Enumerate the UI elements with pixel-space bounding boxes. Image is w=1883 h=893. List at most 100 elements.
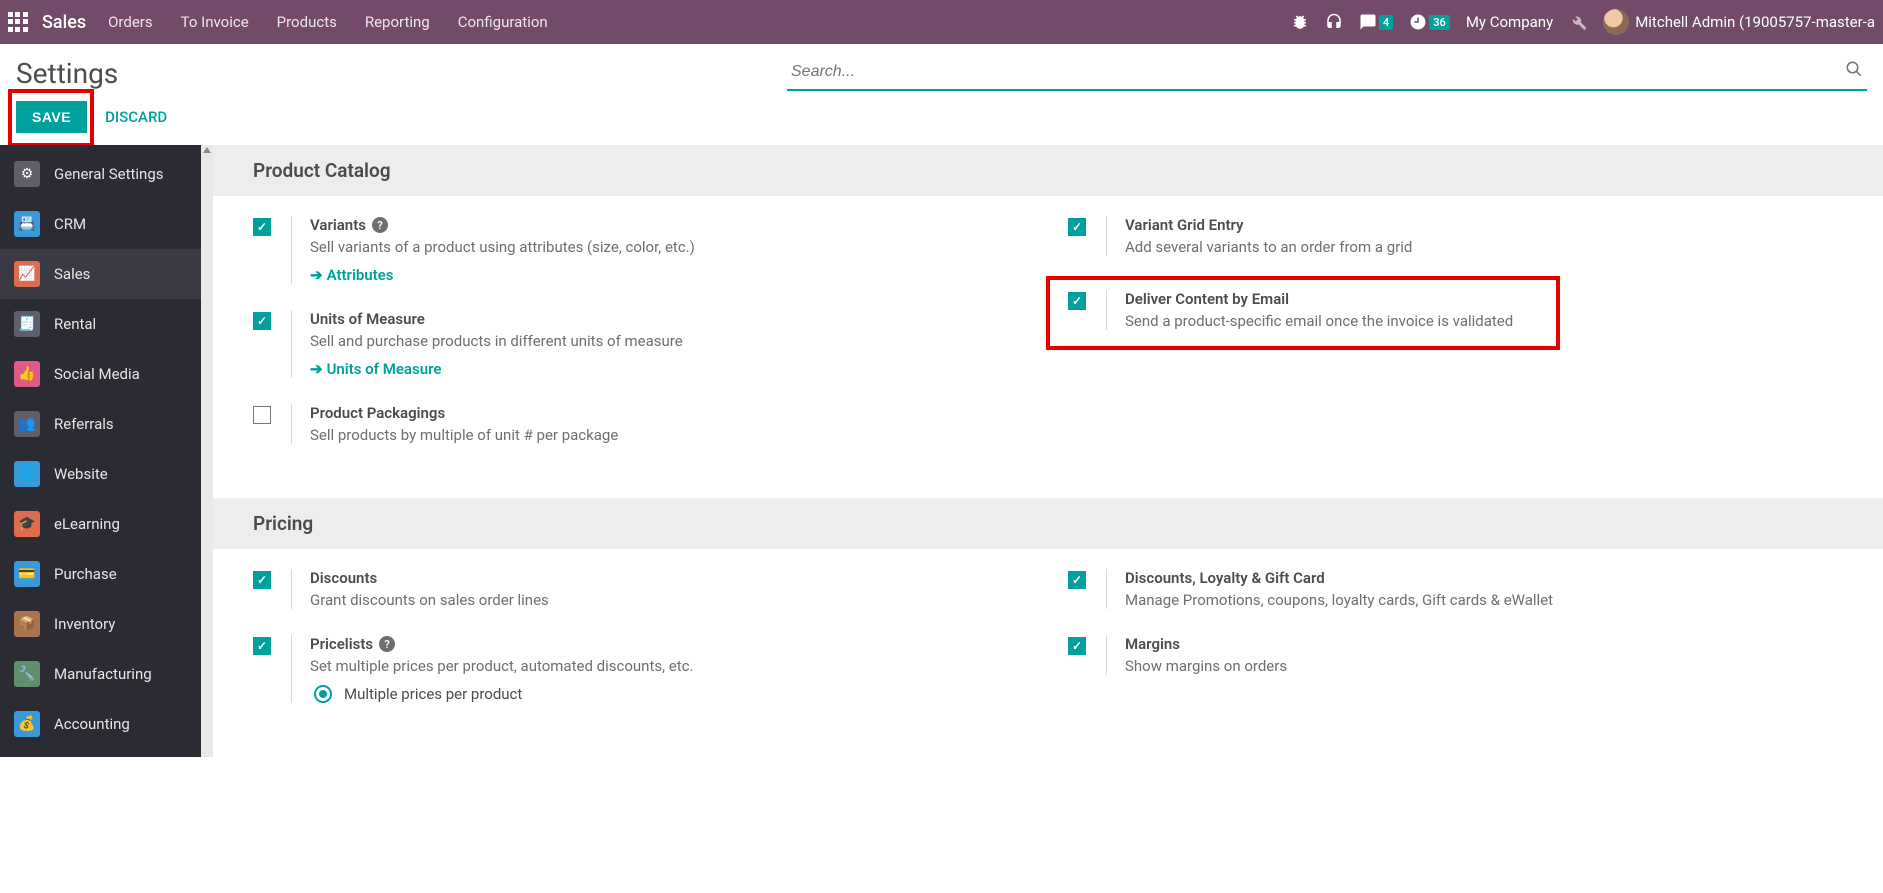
setting-desc-packagings: Sell products by multiple of unit # per … xyxy=(310,426,1028,444)
sidebar-item-accounting[interactable]: 💰 Accounting xyxy=(0,699,213,749)
section-header-pricing: Pricing xyxy=(213,498,1883,549)
setting-desc-loyalty: Manage Promotions, coupons, loyalty card… xyxy=(1125,591,1843,609)
sidebar-item-label: Purchase xyxy=(54,565,117,583)
top-navbar: Sales Orders To Invoice Products Reporti… xyxy=(0,0,1883,44)
apps-icon[interactable] xyxy=(8,12,28,32)
sidebar-item-label: Social Media xyxy=(54,365,140,383)
setting-title-loyalty: Discounts, Loyalty & Gift Card xyxy=(1125,569,1325,587)
settings-content: Product Catalog Variants ? Sell variants… xyxy=(213,145,1883,757)
nav-orders[interactable]: Orders xyxy=(108,13,153,31)
sidebar-item-label: Sales xyxy=(54,265,90,283)
checkbox-deliver-email[interactable] xyxy=(1068,292,1086,310)
checkbox-margins[interactable] xyxy=(1068,637,1086,655)
checkbox-variant-grid[interactable] xyxy=(1068,218,1086,236)
setting-packagings: Product Packagings Sell products by mult… xyxy=(253,404,1028,444)
setting-desc-margins: Show margins on orders xyxy=(1125,657,1843,675)
header-row: Settings xyxy=(0,44,1883,91)
sidebar-item-manufacturing[interactable]: 🔧Manufacturing xyxy=(0,649,213,699)
link-uom[interactable]: ➔ Units of Measure xyxy=(310,360,441,378)
purchase-icon: 💳 xyxy=(14,561,40,587)
sidebar-item-label: eLearning xyxy=(54,515,120,533)
support-icon[interactable] xyxy=(1325,13,1343,31)
activities-icon[interactable]: 36 xyxy=(1409,13,1450,31)
radio-label-multiple-prices: Multiple prices per product xyxy=(344,685,522,703)
sidebar-item-referrals[interactable]: 👥Referrals xyxy=(0,399,213,449)
nav-reporting[interactable]: Reporting xyxy=(365,13,430,31)
setting-title-variants: Variants xyxy=(310,216,366,234)
website-icon: 🌐 xyxy=(14,461,40,487)
app-brand[interactable]: Sales xyxy=(42,12,86,33)
sidebar-item-label: Manufacturing xyxy=(54,665,152,683)
gear-icon: ⚙ xyxy=(14,161,40,187)
sidebar-item-label: Inventory xyxy=(54,615,115,633)
help-icon[interactable]: ? xyxy=(372,217,388,233)
setting-title-margins: Margins xyxy=(1125,635,1180,653)
sidebar-item-sales[interactable]: 📈 Sales xyxy=(0,249,213,299)
sidebar-item-website[interactable]: 🌐 Website xyxy=(0,449,213,499)
section-header-product-catalog: Product Catalog xyxy=(213,145,1883,196)
setting-variants: Variants ? Sell variants of a product us… xyxy=(253,216,1028,284)
sidebar-item-general-settings[interactable]: ⚙ General Settings xyxy=(0,149,213,199)
setting-uom: Units of Measure Sell and purchase produ… xyxy=(253,310,1028,378)
sidebar-item-label: General Settings xyxy=(54,165,164,183)
search-input[interactable] xyxy=(791,63,1845,81)
setting-title-uom: Units of Measure xyxy=(310,310,425,328)
inventory-icon: 📦 xyxy=(14,611,40,637)
link-attributes[interactable]: ➔ Attributes xyxy=(310,266,393,284)
sidebar-item-social-media[interactable]: 👍 Social Media xyxy=(0,349,213,399)
setting-desc-uom: Sell and purchase products in different … xyxy=(310,332,1028,350)
sidebar-item-inventory[interactable]: 📦 Inventory xyxy=(0,599,213,649)
bug-icon[interactable] xyxy=(1291,13,1309,31)
referrals-icon: 👥 xyxy=(14,411,40,437)
checkbox-loyalty[interactable] xyxy=(1068,571,1086,589)
page-title: Settings xyxy=(16,57,118,90)
social-icon: 👍 xyxy=(14,361,40,387)
setting-margins: Margins Show margins on orders xyxy=(1068,635,1843,675)
setting-title-pricelists: Pricelists xyxy=(310,635,373,653)
radio-multiple-prices[interactable] xyxy=(314,685,332,703)
save-button[interactable]: SAVE xyxy=(16,101,87,133)
nav-to-invoice[interactable]: To Invoice xyxy=(181,13,249,31)
sidebar-scrollbar[interactable] xyxy=(201,145,213,757)
setting-discounts: Discounts Grant discounts on sales order… xyxy=(253,569,1028,609)
help-icon[interactable]: ? xyxy=(379,636,395,652)
checkbox-uom[interactable] xyxy=(253,312,271,330)
actions-row: SAVE DISCARD xyxy=(0,91,1883,145)
messages-icon[interactable]: 4 xyxy=(1359,13,1393,31)
checkbox-pricelists[interactable] xyxy=(253,637,271,655)
search-wrap xyxy=(787,56,1867,91)
setting-desc-discounts: Grant discounts on sales order lines xyxy=(310,591,1028,609)
avatar xyxy=(1603,9,1629,35)
sidebar-item-label: Accounting xyxy=(54,715,130,733)
activities-badge: 36 xyxy=(1429,15,1450,30)
sidebar-item-purchase[interactable]: 💳 Purchase xyxy=(0,549,213,599)
checkbox-variants[interactable] xyxy=(253,218,271,236)
sidebar-item-elearning[interactable]: 🎓eLearning xyxy=(0,499,213,549)
setting-title-deliver-email: Deliver Content by Email xyxy=(1125,290,1289,308)
setting-deliver-email: Deliver Content by Email Send a product-… xyxy=(1068,290,1843,330)
setting-desc-pricelists: Set multiple prices per product, automat… xyxy=(310,657,1028,675)
nav-products[interactable]: Products xyxy=(277,13,337,31)
checkbox-discounts[interactable] xyxy=(253,571,271,589)
company-selector[interactable]: My Company xyxy=(1466,13,1553,31)
discard-button[interactable]: DISCARD xyxy=(105,108,167,126)
user-menu[interactable]: Mitchell Admin (19005757-master-a xyxy=(1603,9,1875,35)
setting-title-discounts: Discounts xyxy=(310,569,377,587)
sales-icon: 📈 xyxy=(14,261,40,287)
accounting-icon: 💰 xyxy=(14,711,40,737)
user-name: Mitchell Admin (19005757-master-a xyxy=(1635,13,1875,31)
rental-icon: 🧾 xyxy=(14,311,40,337)
settings-sidebar: ⚙ General Settings 📇CRM 📈 Sales 🧾Rental 👍 Socia… xyxy=(0,145,213,757)
sidebar-item-rental[interactable]: 🧾Rental xyxy=(0,299,213,349)
arrow-right-icon: ➔ xyxy=(310,266,323,284)
sidebar-item-label: Website xyxy=(54,465,108,483)
arrow-right-icon: ➔ xyxy=(310,360,323,378)
tools-icon[interactable] xyxy=(1569,13,1587,31)
checkbox-packagings[interactable] xyxy=(253,406,271,424)
setting-desc-variant-grid: Add several variants to an order from a … xyxy=(1125,238,1843,256)
sidebar-item-label: CRM xyxy=(54,215,86,233)
nav-configuration[interactable]: Configuration xyxy=(458,13,548,31)
search-icon[interactable] xyxy=(1845,60,1863,83)
setting-desc-deliver-email: Send a product-specific email once the i… xyxy=(1125,312,1843,330)
sidebar-item-crm[interactable]: 📇CRM xyxy=(0,199,213,249)
